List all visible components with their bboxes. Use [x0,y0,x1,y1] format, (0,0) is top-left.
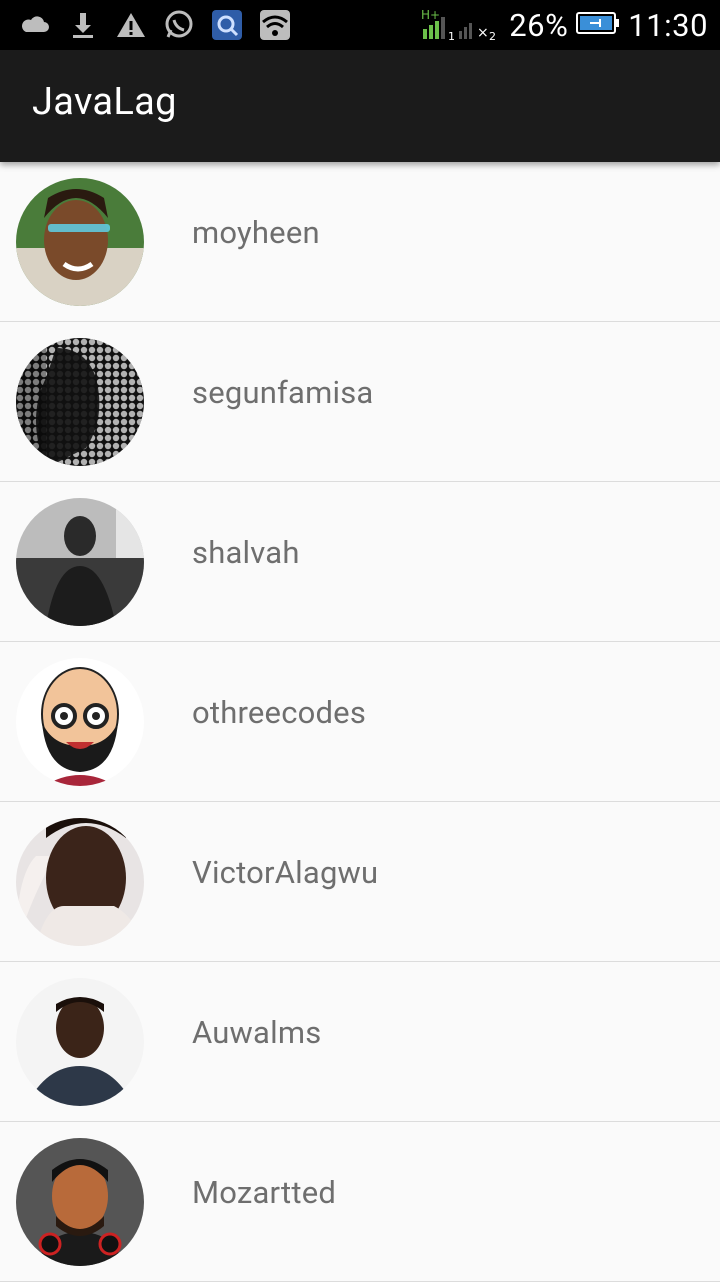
username: othreecodes [192,694,367,731]
list-item[interactable]: shalvah [0,482,720,642]
avatar [16,338,144,466]
list-item[interactable]: VictorAlagwu [0,802,720,962]
whatsapp-icon [162,8,196,42]
list-item[interactable]: moyheen [0,162,720,322]
list-item[interactable]: Mozartted [0,1122,720,1282]
avatar [16,498,144,626]
list-item[interactable]: segunfamisa [0,322,720,482]
avatar [16,818,144,946]
svg-text:H+: H+ [421,9,440,22]
avatar [16,178,144,306]
username: shalvah [192,534,300,571]
clock: 11:30 [628,6,708,44]
battery-percent: 26% [509,6,569,44]
status-bar: H+ 1 × 2 26% 11:30 [0,0,720,50]
username: Mozartted [192,1174,337,1211]
cloud-icon [18,8,52,42]
svg-text:1: 1 [448,30,455,41]
username: moyheen [192,214,320,251]
search-app-icon [210,8,244,42]
download-icon [66,8,100,42]
username: VictorAlagwu [192,854,379,891]
wifi-icon [258,8,292,42]
warning-icon [114,8,148,42]
avatar [16,1138,144,1266]
username: Auwalms [192,1014,322,1051]
avatar [16,658,144,786]
svg-text:×: × [477,25,489,41]
svg-text:2: 2 [489,30,496,41]
battery-icon [576,11,620,39]
username: segunfamisa [192,374,374,411]
user-list[interactable]: moyheen segunfamisa shalvah othreecodes [0,162,720,1282]
signal-icon: H+ 1 × 2 [421,9,501,41]
avatar [16,978,144,1106]
list-item[interactable]: Auwalms [0,962,720,1122]
list-item[interactable]: othreecodes [0,642,720,802]
app-bar: JavaLag [0,50,720,162]
app-title: JavaLag [32,80,177,124]
